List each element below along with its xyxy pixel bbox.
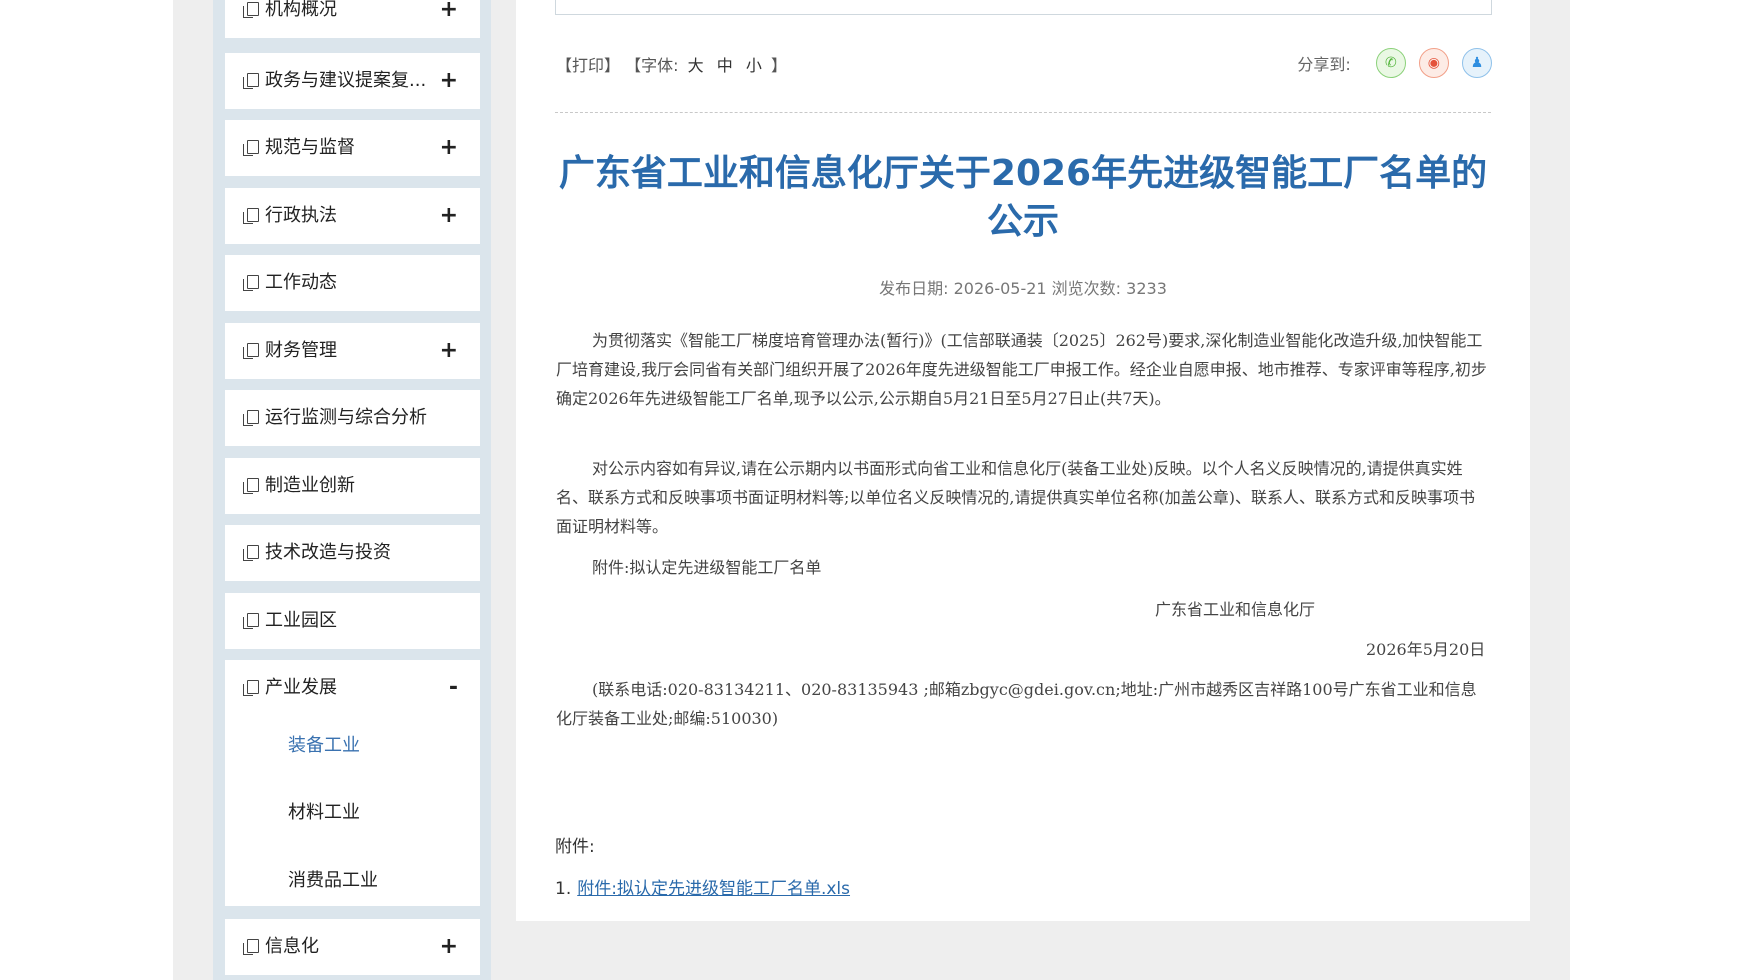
article-meta: 发布日期: 2026-05-21 浏览次数: 3233 [879,279,1167,298]
sidebar-item-label: 政务与建议提案复... [265,70,427,91]
sidebar-item-label: 行政执法 [265,205,337,226]
sidebar-item-label: 技术改造与投资 [265,542,391,563]
share-label: 分享到: [1297,55,1351,74]
sidebar-item-industrial-parks[interactable]: 工业园区 [225,593,480,649]
breadcrumb-box [555,0,1492,15]
expand-icon[interactable]: + [440,120,458,176]
expand-icon[interactable]: + [440,53,458,109]
sidebar-item-label: 财务管理 [265,340,337,361]
sidebar-item-label: 规范与监督 [265,137,355,158]
sidebar-item-manufacturing-innovation[interactable]: 制造业创新 [225,458,480,514]
expand-icon[interactable]: + [440,0,458,38]
signature-date: 2026年5月20日 [1366,640,1486,659]
document-icon [243,140,259,156]
sidebar-item-label: 制造业创新 [265,475,355,496]
font-size-suffix: 】 [770,56,787,75]
document-icon [243,410,259,426]
expand-icon[interactable]: + [440,323,458,379]
font-size-label: 【字体: [625,56,679,75]
document-icon [243,680,259,696]
document-icon [243,343,259,359]
sidebar-subitem-consumer-goods[interactable]: 消费品工业 [288,866,378,892]
article-panel: 【打印】 【字体: 大 中 小 】 分享到: ✆ ◉ ♟ 广东省工业和信息化厅关… [516,0,1530,921]
expand-icon[interactable]: + [440,919,458,975]
wechat-icon[interactable]: ✆ [1375,48,1406,78]
sidebar: 机构概况 + 政务与建议提案复... + 规范与监督 + 行政执法 + 工作动态… [213,0,491,980]
document-icon [243,545,259,561]
article-paragraph: 对公示内容如有异议,请在公示期内以书面形式向省工业和信息化厅(装备工业处)反映。… [556,459,1475,536]
print-link[interactable]: 【打印】 [556,56,620,75]
article-attachment-note: 附件:拟认定先进级智能工厂名单 [592,558,822,577]
sidebar-item-tech-investment[interactable]: 技术改造与投资 [225,525,480,581]
collapse-icon[interactable]: - [449,660,458,716]
sidebar-item-label: 机构概况 [265,0,337,20]
signature-organization: 广东省工业和信息化厅 [1155,600,1316,619]
sidebar-subitem-materials-industry[interactable]: 材料工业 [288,798,360,824]
attachment-row: 1. 附件:拟认定先进级智能工厂名单.xls [555,874,850,899]
attachment-index: 1. [555,879,572,899]
expand-icon[interactable]: + [440,188,458,244]
share-bar: 分享到: ✆ ◉ ♟ [1297,48,1492,80]
font-large-link[interactable]: 大 [688,56,704,75]
document-icon [243,73,259,89]
sidebar-item-org-overview[interactable]: 机构概况 + [225,0,480,38]
document-icon [243,613,259,629]
font-small-link[interactable]: 小 [746,56,762,75]
divider [555,112,1491,113]
sidebar-item-label: 运行监测与综合分析 [265,407,427,428]
document-icon [243,939,259,955]
font-medium-link[interactable]: 中 [717,56,733,75]
sidebar-item-label: 工作动态 [265,272,337,293]
document-icon [243,275,259,291]
article-title: 广东省工业和信息化厅关于2026年先进级智能工厂名单的公示 [558,153,1488,242]
sidebar-item-label: 工业园区 [265,610,337,631]
article-toolbar: 【打印】 【字体: 大 中 小 】 [556,52,787,76]
sidebar-item-regulation[interactable]: 规范与监督 + [225,120,480,176]
qq-icon[interactable]: ♟ [1462,48,1492,78]
sidebar-item-label: 产业发展 [265,677,337,698]
sidebar-subitem-equipment-industry[interactable]: 装备工业 [288,731,360,757]
sidebar-item-work-news[interactable]: 工作动态 [225,255,480,311]
sidebar-item-industry-development: 产业发展 - 装备工业 材料工业 消费品工业 [225,660,480,906]
document-icon [243,208,259,224]
sidebar-item-informatization[interactable]: 信息化 + [225,919,480,975]
sidebar-item-monitoring[interactable]: 运行监测与综合分析 [225,390,480,446]
sidebar-item-label: 信息化 [265,936,319,957]
attachments-label: 附件: [555,837,595,857]
document-icon [243,478,259,494]
sidebar-item-law-enforcement[interactable]: 行政执法 + [225,188,480,244]
article-paragraph: 为贯彻落实《智能工厂梯度培育管理办法(暂行)》(工信部联通装〔2025〕262号… [556,331,1487,408]
document-icon [243,2,259,18]
attachment-link[interactable]: 附件:拟认定先进级智能工厂名单.xls [577,879,850,899]
weibo-icon[interactable]: ◉ [1418,48,1449,78]
sidebar-item-finance[interactable]: 财务管理 + [225,323,480,379]
sidebar-item-industry-development-header[interactable]: 产业发展 - [225,660,480,716]
contact-info: (联系电话:020-83134211、020-83135943 ;邮箱zbgyc… [556,680,1477,728]
sidebar-item-government-affairs[interactable]: 政务与建议提案复... + [225,53,480,109]
